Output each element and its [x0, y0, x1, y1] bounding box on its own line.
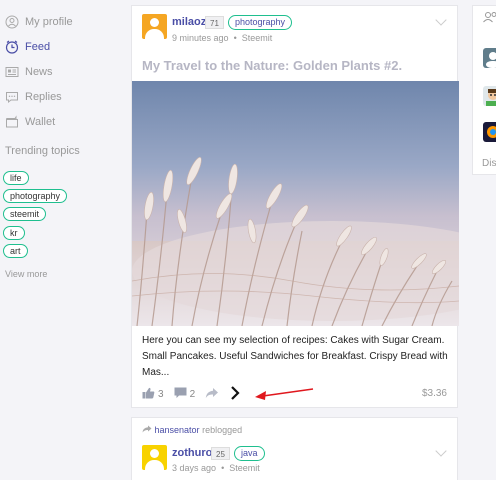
chat-icon — [5, 90, 19, 104]
sidebar-item-wallet[interactable]: Wallet — [5, 112, 55, 132]
reblog-text: reblogged — [202, 425, 243, 435]
post-time: 3 days ago • Steemit — [172, 463, 260, 473]
post-image[interactable] — [132, 81, 459, 326]
clock-icon — [5, 40, 19, 54]
author-name[interactable]: zothuro — [172, 447, 212, 459]
reblog-line: hansenator reblogged — [142, 425, 242, 435]
post-excerpt[interactable]: Here you can see my selection of recipes… — [142, 333, 452, 381]
sidebar-item-label: My profile — [25, 16, 73, 28]
trending-topics-heading: Trending topics — [5, 145, 80, 157]
discover-label: Dis — [482, 158, 496, 169]
thumbs-up-icon — [142, 387, 155, 402]
reputation-badge: 25 — [211, 447, 230, 460]
share-arrow-icon — [205, 387, 219, 402]
view-more-link[interactable]: View more — [5, 269, 47, 279]
right-panel: Dis — [472, 5, 496, 175]
reblog-icon — [142, 425, 155, 435]
app-name: Steemit — [241, 33, 273, 43]
trending-tag[interactable]: steemit — [3, 207, 47, 221]
sidebar-item-my-profile[interactable]: My profile — [5, 12, 73, 32]
avatar[interactable] — [483, 122, 496, 142]
post-actions: 3 2 — [142, 385, 315, 404]
trending-tag[interactable]: life — [3, 171, 29, 185]
category-tag[interactable]: java — [234, 446, 265, 461]
upvote-count: 3 — [158, 388, 164, 400]
post-title[interactable]: My Travel to the Nature: Golden Plants #… — [142, 58, 402, 73]
timestamp[interactable]: 3 days ago — [172, 463, 216, 473]
reblog-button[interactable] — [205, 387, 219, 402]
annotation-arrow — [253, 386, 315, 402]
chevron-right-icon — [229, 385, 241, 404]
user-icon — [5, 15, 19, 29]
sidebar-item-label: Feed — [25, 41, 51, 53]
expand-arrow-button[interactable] — [229, 385, 241, 404]
comment-icon — [174, 387, 187, 402]
users-icon — [483, 10, 496, 28]
avatar[interactable] — [483, 48, 496, 68]
sidebar-item-label: Wallet — [25, 116, 56, 128]
reblogger-name[interactable]: hansenator — [155, 425, 200, 435]
left-sidebar: My profile Feed News Replies Wallet Tren… — [0, 0, 120, 480]
app-name: Steemit — [229, 463, 260, 473]
sidebar-item-label: Replies — [25, 91, 62, 103]
comments-button[interactable]: 2 — [174, 387, 196, 402]
post-time: 9 minutes ago • Steemit — [172, 33, 273, 43]
sidebar-item-feed[interactable]: Feed — [5, 37, 50, 57]
avatar[interactable] — [142, 445, 167, 470]
frosted-grass-photo — [132, 81, 459, 326]
timestamp[interactable]: 9 minutes ago — [172, 33, 229, 43]
post-card: hansenator reblogged zothuro 25 java 3 d… — [131, 417, 458, 480]
sidebar-item-replies[interactable]: Replies — [5, 87, 62, 107]
author-name[interactable]: milaoz — [172, 16, 206, 28]
avatar[interactable] — [483, 86, 496, 106]
avatar[interactable] — [142, 14, 167, 39]
payout-amount[interactable]: $3.36 — [422, 388, 447, 399]
trending-tag[interactable]: art — [3, 244, 28, 258]
chevron-down-icon[interactable] — [435, 445, 447, 457]
upvote-button[interactable]: 3 — [142, 387, 164, 402]
chevron-down-icon[interactable] — [435, 14, 447, 26]
news-icon — [5, 65, 19, 79]
sidebar-item-label: News — [25, 66, 53, 78]
category-tag[interactable]: photography — [228, 15, 293, 30]
post-card: milaoz 71 photography 9 minutes ago • St… — [131, 5, 459, 408]
comment-count: 2 — [189, 388, 196, 400]
trending-tag[interactable]: photography — [3, 189, 68, 203]
reputation-badge: 71 — [205, 16, 224, 29]
sidebar-item-news[interactable]: News — [5, 62, 53, 82]
wallet-icon — [5, 115, 19, 129]
trending-tag[interactable]: kr — [3, 226, 25, 240]
